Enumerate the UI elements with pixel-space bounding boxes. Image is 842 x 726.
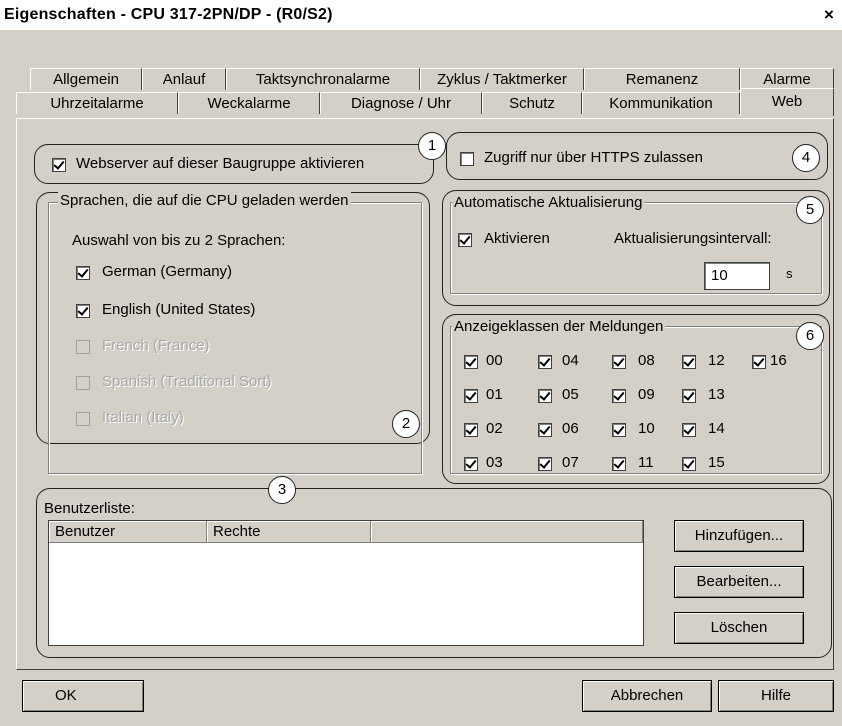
lang-spanish-label: Spanish (Traditional Sort): [102, 373, 272, 390]
column-header-rights[interactable]: Rechte: [207, 521, 371, 543]
interval-input[interactable]: 10: [704, 262, 770, 290]
msgclass-checkbox[interactable]: [612, 457, 626, 471]
msgclass-label: 16: [770, 352, 787, 369]
https-checkbox[interactable]: [460, 152, 474, 166]
column-header-user[interactable]: Benutzer: [49, 521, 207, 543]
interval-unit: s: [786, 266, 793, 281]
msgclass-checkbox[interactable]: [464, 389, 478, 403]
tab-schutz[interactable]: Schutz: [482, 92, 582, 114]
msgclass-label: 14: [708, 420, 725, 437]
callout-3: 3: [268, 476, 296, 504]
tab-web[interactable]: Web: [740, 88, 834, 116]
tab-kommunikation[interactable]: Kommunikation: [582, 92, 740, 114]
column-header-empty[interactable]: [371, 521, 643, 543]
callout-2: 2: [392, 410, 420, 438]
help-button[interactable]: Hilfe: [718, 680, 834, 712]
lang-italian-label: Italian (Italy): [102, 409, 184, 426]
msgclass-checkbox[interactable]: [464, 355, 478, 369]
callout-5: 5: [796, 196, 824, 224]
msgclass-checkbox[interactable]: [464, 457, 478, 471]
tab-alarme[interactable]: Alarme: [740, 68, 834, 90]
msgclass-label: 01: [486, 386, 503, 403]
lang-english-checkbox[interactable]: [76, 304, 90, 318]
autoupdate-legend: Automatische Aktualisierung: [452, 194, 645, 211]
msgclass-checkbox[interactable]: [612, 423, 626, 437]
tab-allgemein[interactable]: Allgemein: [30, 68, 142, 90]
msgclass-label: 06: [562, 420, 579, 437]
tab-remanenz[interactable]: Remanenz: [584, 68, 740, 90]
delete-user-button[interactable]: Löschen: [674, 612, 804, 644]
msgclasses-legend: Anzeigeklassen der Meldungen: [452, 318, 666, 335]
lang-english-label: English (United States): [102, 301, 256, 318]
languages-legend: Sprachen, die auf die CPU geladen werden: [58, 192, 351, 209]
msgclass-checkbox[interactable]: [538, 457, 552, 471]
autoupdate-checkbox[interactable]: [458, 233, 472, 247]
lang-german-checkbox[interactable]: [76, 266, 90, 280]
lang-german-label: German (Germany): [102, 263, 233, 280]
edit-user-button[interactable]: Bearbeiten...: [674, 566, 804, 598]
https-label: Zugriff nur über HTTPS zulassen: [484, 149, 703, 166]
properties-dialog: Eigenschaften - CPU 317-2PN/DP - (R0/S2)…: [0, 0, 842, 726]
msgclass-label: 11: [638, 454, 654, 471]
msgclass-label: 08: [638, 352, 655, 369]
msgclass-label: 10: [638, 420, 655, 437]
user-table[interactable]: Benutzer Rechte: [48, 520, 644, 646]
msgclasses-frame: [450, 326, 822, 474]
msgclass-label: 07: [562, 454, 579, 471]
msgclass-checkbox[interactable]: [612, 389, 626, 403]
ok-button[interactable]: OK: [22, 680, 144, 712]
msgclass-checkbox[interactable]: [612, 355, 626, 369]
msgclass-checkbox[interactable]: [682, 423, 696, 437]
tab-anlauf[interactable]: Anlauf: [142, 68, 226, 90]
add-user-button[interactable]: Hinzufügen...: [674, 520, 804, 552]
tab-zyklus-taktmerker[interactable]: Zyklus / Taktmerker: [420, 68, 584, 90]
tab-taktsynchronalarme[interactable]: Taktsynchronalarme: [226, 68, 420, 90]
cancel-button[interactable]: Abbrechen: [582, 680, 712, 712]
webserver-checkbox[interactable]: [52, 158, 66, 172]
lang-french-label: French (France): [102, 337, 210, 354]
msgclass-checkbox[interactable]: [682, 457, 696, 471]
tab-uhrzeitalarme[interactable]: Uhrzeitalarme: [16, 92, 178, 114]
msgclass-checkbox[interactable]: [538, 389, 552, 403]
tab-weckalarme[interactable]: Weckalarme: [178, 92, 320, 114]
callout-1: 1: [418, 132, 446, 160]
msgclass-checkbox[interactable]: [682, 389, 696, 403]
msgclass-label: 03: [486, 454, 503, 471]
lang-french-checkbox: [76, 340, 90, 354]
window-title: Eigenschaften - CPU 317-2PN/DP - (R0/S2): [4, 6, 333, 23]
msgclass-checkbox[interactable]: [752, 355, 766, 369]
msgclass-checkbox[interactable]: [464, 423, 478, 437]
autoupdate-activate-label: Aktivieren: [484, 230, 550, 247]
lang-spanish-checkbox: [76, 376, 90, 390]
msgclass-label: 00: [486, 352, 503, 369]
languages-hint: Auswahl von bis zu 2 Sprachen:: [72, 232, 286, 249]
msgclass-label: 05: [562, 386, 579, 403]
msgclass-label: 09: [638, 386, 655, 403]
msgclass-label: 12: [708, 352, 725, 369]
title-bar[interactable]: Eigenschaften - CPU 317-2PN/DP - (R0/S2)…: [0, 0, 842, 30]
lang-italian-checkbox: [76, 412, 90, 426]
msgclass-checkbox[interactable]: [682, 355, 696, 369]
msgclass-label: 04: [562, 352, 579, 369]
callout-4: 4: [792, 144, 820, 172]
userlist-legend: Benutzerliste:: [44, 500, 135, 517]
webserver-label: Webserver auf dieser Baugruppe aktiviere…: [76, 155, 365, 172]
tab-diagnose-uhr[interactable]: Diagnose / Uhr: [320, 92, 482, 114]
callout-6: 6: [796, 322, 824, 350]
msgclass-label: 15: [708, 454, 725, 471]
msgclass-label: 02: [486, 420, 503, 437]
interval-label: Aktualisierungsintervall:: [614, 230, 772, 247]
msgclass-checkbox[interactable]: [538, 355, 552, 369]
close-icon[interactable]: ×: [818, 4, 840, 26]
msgclass-label: 13: [708, 386, 725, 403]
msgclass-checkbox[interactable]: [538, 423, 552, 437]
